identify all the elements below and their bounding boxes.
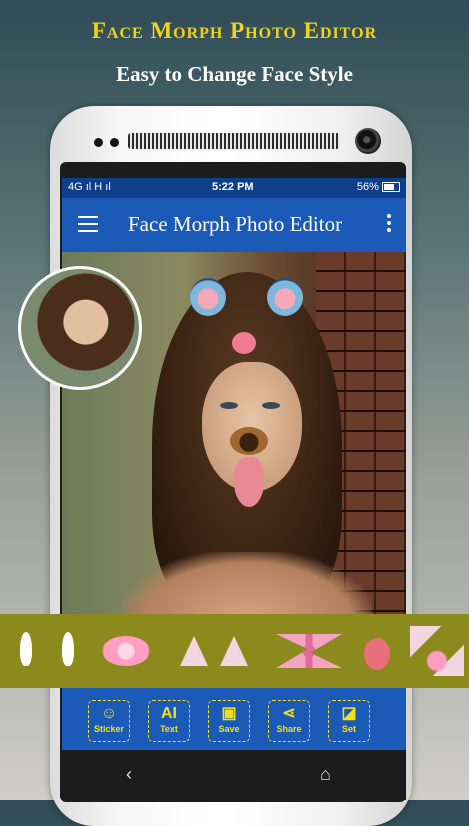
headline-title: Face Morph Photo Editor: [91, 18, 378, 43]
original-photo-thumbnail: [18, 266, 142, 390]
set-button[interactable]: ◪ Set: [328, 700, 370, 742]
set-icon: ◪: [341, 705, 357, 722]
bunny-ear-sticker[interactable]: [267, 278, 303, 316]
text-icon: AI: [161, 705, 177, 722]
sticker-cat-nose[interactable]: [96, 626, 156, 676]
shoulder: [122, 552, 372, 614]
bottom-toolbar: ☺ Sticker AI Text ▣ Save ⋖ Share ◪ Set: [62, 688, 406, 750]
sticker-pink-ears[interactable]: [178, 626, 250, 676]
headline-subtitle: Easy to Change Face Style: [116, 62, 353, 86]
app-bar: Face Morph Photo Editor: [62, 198, 406, 252]
battery-icon: [382, 182, 400, 193]
eye: [262, 402, 280, 409]
system-nav-bar: ‹ ⌂: [62, 750, 406, 800]
sticker-label: Sticker: [93, 724, 125, 734]
overflow-menu-icon[interactable]: [386, 214, 392, 234]
hamburger-menu-icon[interactable]: [78, 216, 98, 232]
eye: [220, 402, 238, 409]
bunny-ear-sticker[interactable]: [190, 278, 226, 316]
share-icon: ⋖: [282, 705, 296, 722]
share-label: Share: [276, 724, 302, 734]
home-icon[interactable]: ⌂: [320, 764, 331, 785]
app-title: Face Morph Photo Editor: [128, 212, 343, 236]
save-icon: ▣: [221, 705, 237, 722]
sensor-dot: [110, 138, 119, 147]
text-button[interactable]: AI Text: [148, 700, 190, 742]
speaker-grille: [128, 133, 340, 149]
sticker-button[interactable]: ☺ Sticker: [88, 700, 130, 742]
text-label: Text: [160, 724, 178, 734]
save-label: Save: [218, 724, 240, 734]
sticker-white-ears[interactable]: [14, 626, 82, 676]
share-button[interactable]: ⋖ Share: [268, 700, 310, 742]
sensor-dot: [94, 138, 103, 147]
back-icon[interactable]: ‹: [126, 764, 132, 785]
status-time: 5:22 PM: [212, 181, 254, 193]
sticker-pink-cat[interactable]: [408, 626, 466, 676]
battery-percent: 56%: [356, 181, 379, 193]
signal-indicator: 4G ıl H ıl: [68, 181, 111, 193]
status-bar: 4G ıl H ıl 5:22 PM 56%: [62, 178, 406, 198]
bunny-nose-sticker[interactable]: [232, 332, 256, 354]
tongue-sticker[interactable]: [234, 457, 264, 507]
sticker-tongue[interactable]: [360, 626, 396, 676]
save-button[interactable]: ▣ Save: [208, 700, 250, 742]
sticker-icon: ☺: [100, 705, 118, 722]
sticker-bow[interactable]: [272, 626, 346, 676]
set-label: Set: [341, 724, 356, 734]
front-camera-icon: [355, 128, 381, 154]
dog-nose-sticker[interactable]: [230, 427, 268, 455]
battery-status: 56%: [357, 181, 400, 193]
sticker-picker: [0, 614, 469, 688]
